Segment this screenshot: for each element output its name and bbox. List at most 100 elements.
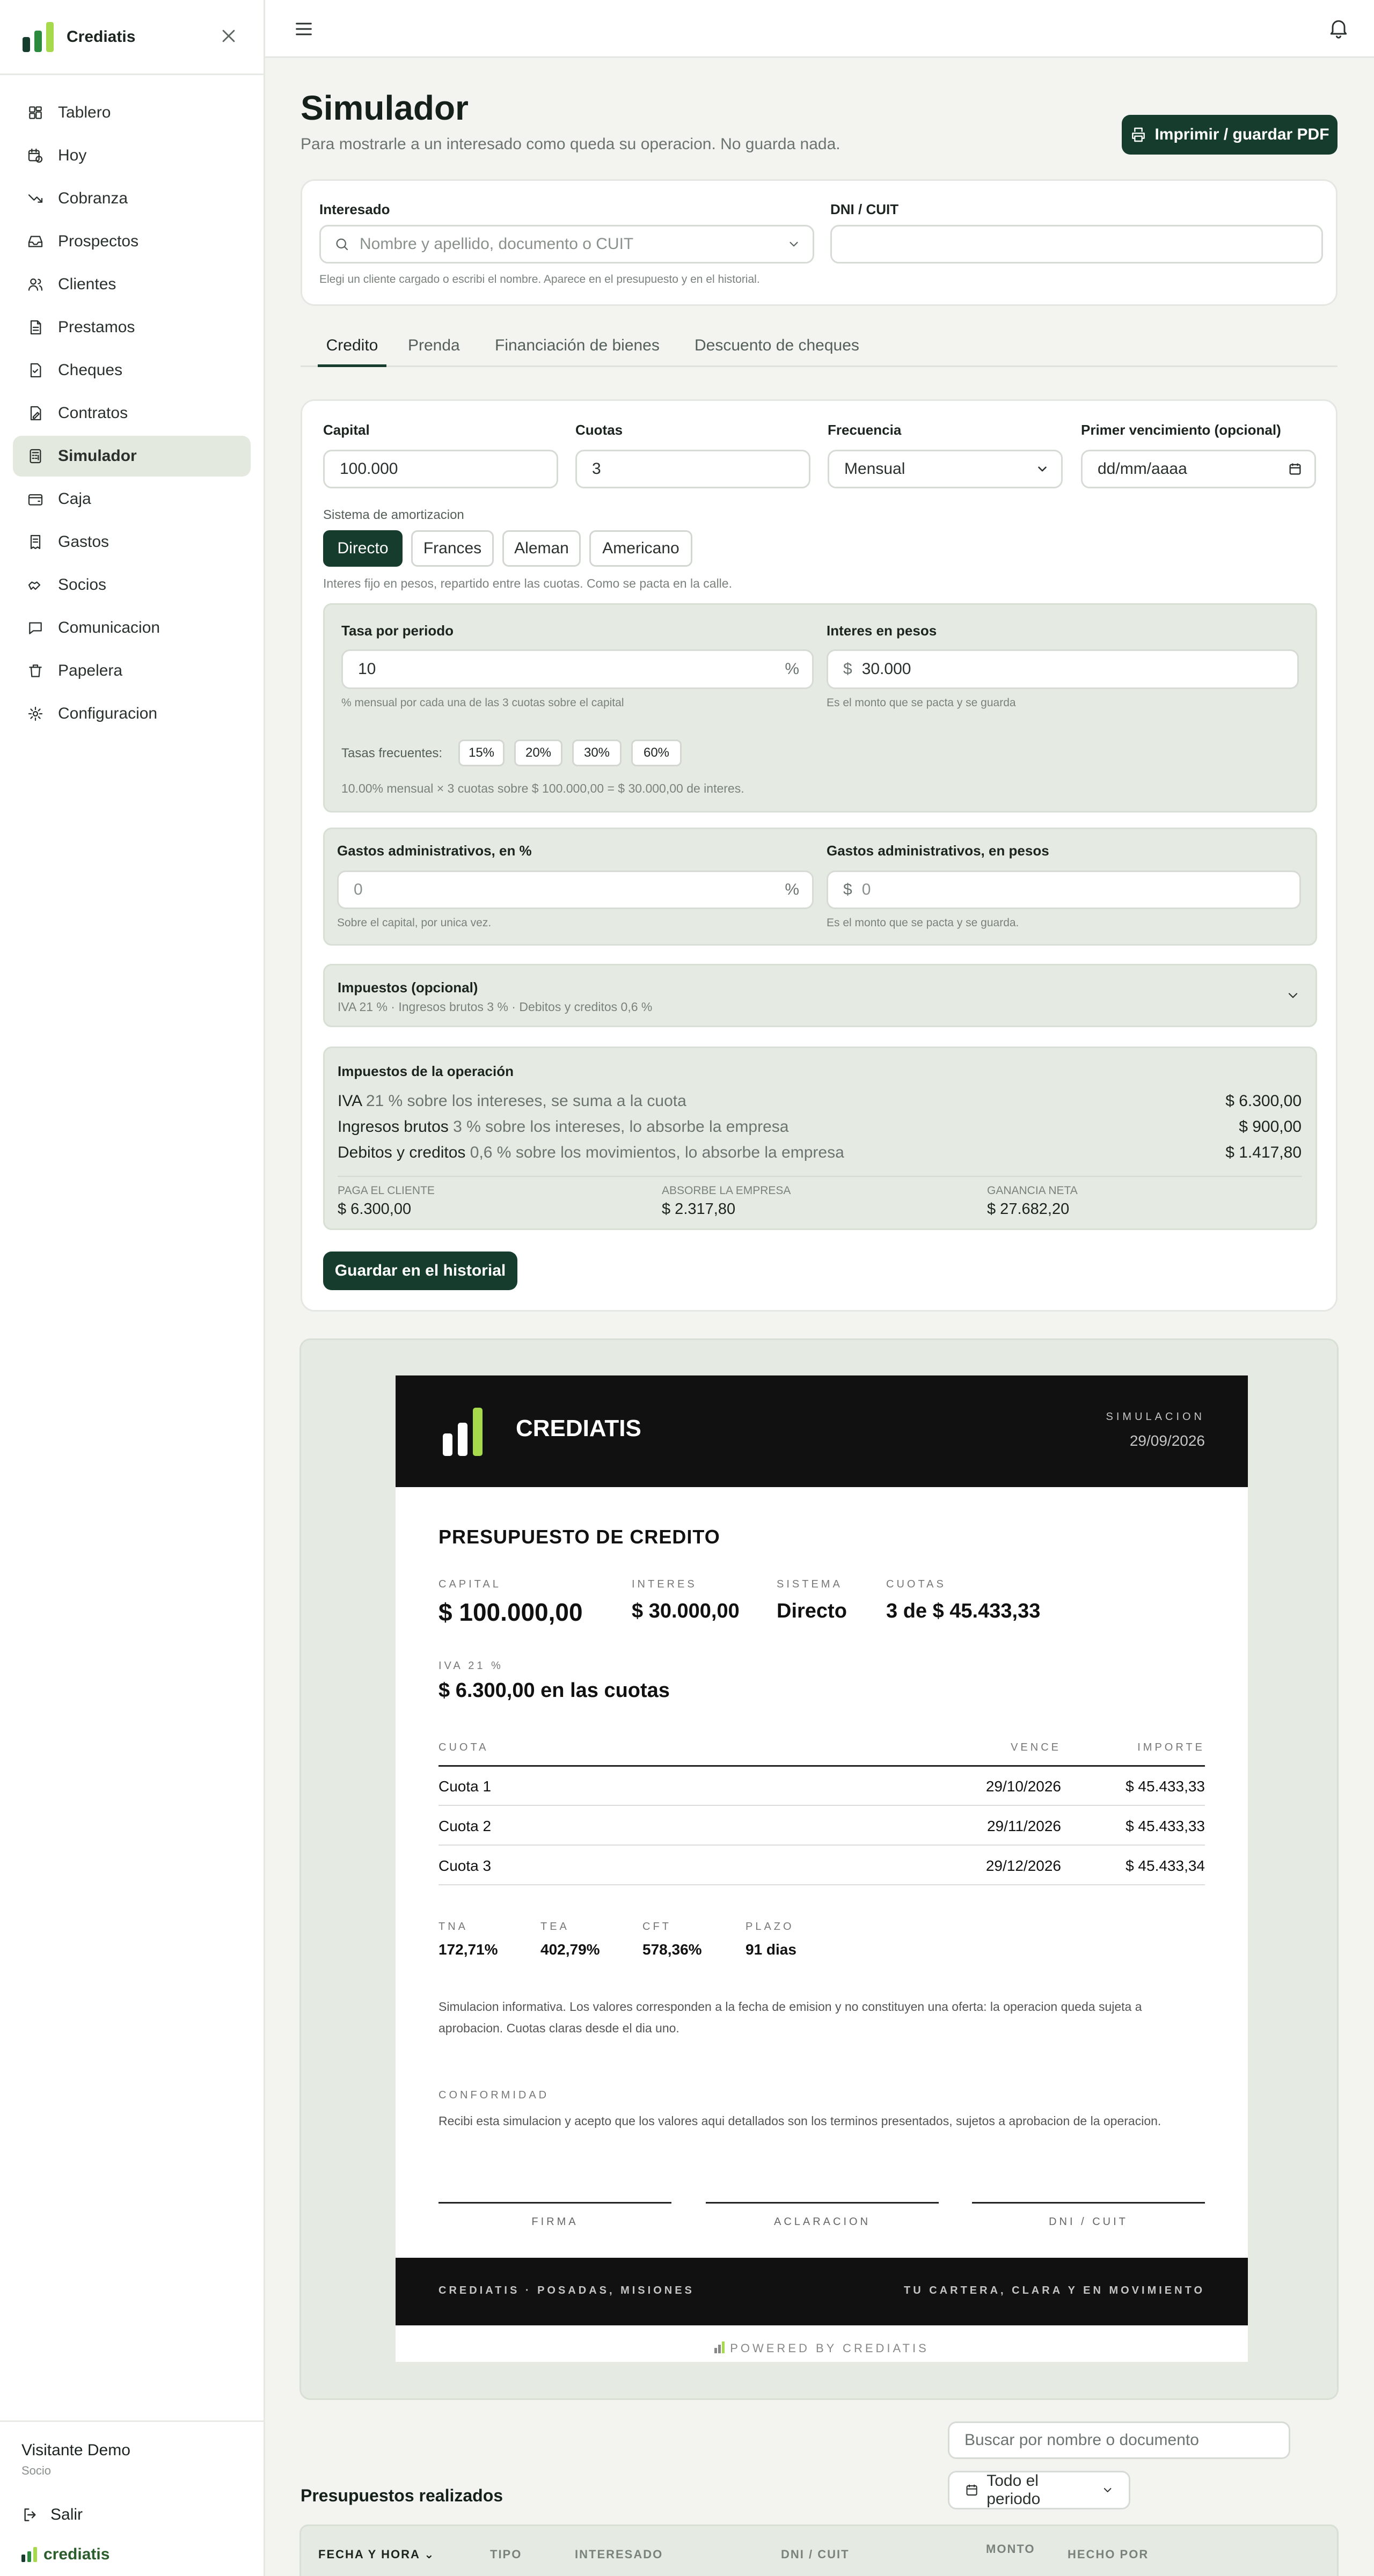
- column-tipo[interactable]: TIPO: [490, 2548, 522, 2562]
- sidebar-item-cheques[interactable]: Cheques: [13, 350, 251, 391]
- users-icon: [25, 274, 46, 295]
- column-monto[interactable]: MONTO: [986, 2542, 1035, 2556]
- interes-value: 30.000: [861, 660, 911, 678]
- operation-tabs: Credito Prenda Financiación de bienes De…: [301, 333, 1338, 367]
- save-history-button[interactable]: Guardar en el historial: [323, 1252, 517, 1290]
- sidebar-item-caja[interactable]: Caja: [13, 479, 251, 519]
- summary-label-ganancia: GANANCIA NETA: [987, 1184, 1078, 1197]
- summary-label-cliente: PAGA EL CLIENTE: [338, 1184, 435, 1197]
- tasa-chip-60[interactable]: 60%: [631, 740, 682, 766]
- sidebar-header: Crediatis: [0, 0, 264, 75]
- column-interesado[interactable]: INTERESADO: [575, 2548, 663, 2562]
- doc-brand: CREDIATIS: [516, 1415, 641, 1441]
- sidebar-item-cobranza[interactable]: Cobranza: [13, 178, 251, 219]
- sidebar-item-gastos[interactable]: Gastos: [13, 522, 251, 562]
- vencimiento-date-input[interactable]: dd/mm/aaaa: [1081, 450, 1316, 488]
- impuestos-toggle[interactable]: Impuestos (opcional) IVA 21 % · Ingresos…: [323, 964, 1317, 1027]
- tasa-chip-20[interactable]: 20%: [514, 740, 562, 766]
- sistema-aleman-button[interactable]: Aleman: [502, 530, 581, 567]
- tax-name: IVA: [338, 1092, 362, 1110]
- printer-icon: [1132, 127, 1145, 142]
- sidebar-item-socios[interactable]: Socios: [13, 565, 251, 605]
- logout-button[interactable]: Salir: [21, 2506, 244, 2524]
- rate-label-cft: CFT: [642, 1921, 671, 1933]
- doc-logo: [443, 1408, 483, 1456]
- search-icon: [336, 238, 348, 251]
- column-fecha[interactable]: FECHA Y HORA ⌄: [318, 2548, 435, 2562]
- sidebar-item-prestamos[interactable]: Prestamos: [13, 307, 251, 348]
- capital-label: Capital: [323, 422, 370, 438]
- menu-icon[interactable]: [293, 18, 315, 40]
- signature-label-aclaracion: ACLARACION: [773, 2216, 871, 2228]
- sidebar-item-simulador[interactable]: Simulador: [13, 436, 251, 477]
- signature-line: [972, 2202, 1205, 2204]
- column-dni[interactable]: DNI / CUIT: [781, 2548, 850, 2562]
- column-hecho-por[interactable]: HECHO POR: [1068, 2548, 1149, 2562]
- gastos-pesos-input[interactable]: $ 0: [827, 870, 1301, 909]
- history-search-input[interactable]: Buscar por nombre o documento: [948, 2421, 1290, 2459]
- gastos-pct-value: 0: [354, 881, 363, 898]
- contract-icon: [25, 402, 46, 424]
- sidebar-footer: Visitante Demo Socio Salir crediatis: [0, 2420, 265, 2576]
- interesado-placeholder: Nombre y apellido, documento o CUIT: [360, 235, 634, 253]
- table-row-cuota: Cuota 1: [438, 1778, 492, 1795]
- iva-value: $ 6.300,00 en las cuotas: [438, 1679, 670, 1702]
- sidebar-item-hoy[interactable]: Hoy: [13, 135, 251, 176]
- sidebar-item-configuracion[interactable]: Configuracion: [13, 693, 251, 734]
- tasa-chip-15[interactable]: 15%: [458, 740, 505, 766]
- sistema-americano-button[interactable]: Americano: [589, 530, 692, 567]
- print-pdf-button[interactable]: Imprimir / guardar PDF: [1122, 115, 1338, 155]
- interesado-input[interactable]: Nombre y apellido, documento o CUIT: [319, 225, 814, 264]
- sidebar-item-label: Cheques: [58, 361, 123, 379]
- rate-value-cft: 578,36%: [642, 1941, 702, 1958]
- tab-credito[interactable]: Credito: [318, 333, 386, 367]
- tasa-value: 10: [358, 660, 376, 678]
- summary-value-empresa: $ 2.317,80: [662, 1201, 736, 1218]
- doc-date: 29/09/2026: [1129, 1432, 1205, 1449]
- cuotas-value: 3: [592, 460, 601, 478]
- frecuencia-select[interactable]: Mensual: [828, 450, 1063, 488]
- sidebar-item-label: Socios: [58, 576, 107, 594]
- tab-financiacion[interactable]: Financiación de bienes: [495, 333, 660, 367]
- tax-value: $ 900,00: [1239, 1118, 1302, 1136]
- sidebar-item-label: Papelera: [58, 662, 123, 679]
- sidebar-item-label: Contratos: [58, 404, 128, 422]
- interes-label: Interes en pesos: [827, 623, 937, 639]
- sistema-directo-button[interactable]: Directo: [323, 530, 403, 567]
- sistema-frances-button[interactable]: Frances: [411, 530, 494, 567]
- sidebar-item-tablero[interactable]: Tablero: [13, 92, 251, 133]
- cuotas-input[interactable]: 3: [575, 450, 810, 488]
- interes-input[interactable]: $ 30.000: [827, 649, 1299, 689]
- capital-input[interactable]: 100.000: [323, 450, 558, 488]
- tasa-chip-30[interactable]: 30%: [572, 740, 622, 766]
- interes-prefix: $: [843, 660, 852, 678]
- trend-down-icon: [25, 188, 46, 209]
- sidebar-item-prospectos[interactable]: Prospectos: [13, 221, 251, 262]
- summary-value-ganancia: $ 27.682,20: [987, 1201, 1070, 1218]
- bar-chart-icon: [714, 2341, 725, 2357]
- doc-footer-left: CREDIATIS · POSADAS, MISIONES: [438, 2285, 695, 2296]
- close-icon[interactable]: [216, 24, 241, 48]
- vencimiento-label: Primer vencimiento (opcional): [1081, 422, 1281, 438]
- chevron-down-icon: [1288, 993, 1298, 998]
- table-row-cuota: Cuota 2: [438, 1818, 492, 1834]
- table-header-cuota: CUOTA: [438, 1741, 489, 1753]
- sidebar: Crediatis Tablero Hoy Cobranza Prospectos Cl…: [0, 0, 265, 2576]
- tab-descuento-cheques[interactable]: Descuento de cheques: [695, 333, 859, 367]
- dni-input[interactable]: [830, 225, 1323, 264]
- tasa-input[interactable]: 10 %: [341, 649, 814, 689]
- gastos-pct-input[interactable]: 0 %: [337, 870, 814, 909]
- doc-sim-label: SIMULACION: [1106, 1411, 1205, 1423]
- sidebar-item-clientes[interactable]: Clientes: [13, 264, 251, 305]
- doc-footer: CREDIATIS · POSADAS, MISIONES TU CARTERA…: [396, 2258, 1248, 2325]
- table-header-importe: IMPORTE: [1137, 1741, 1205, 1753]
- dashboard-icon: [25, 102, 46, 123]
- sidebar-item-contratos[interactable]: Contratos: [13, 393, 251, 434]
- topbar: [265, 0, 1374, 58]
- period-filter[interactable]: Todo el periodo: [948, 2471, 1130, 2509]
- bell-icon[interactable]: [1327, 16, 1350, 40]
- tab-prenda[interactable]: Prenda: [408, 333, 460, 367]
- sidebar-item-papelera[interactable]: Papelera: [13, 650, 251, 691]
- tax-row-iva: IVA 21 % sobre los intereses, se suma a …: [338, 1092, 1302, 1110]
- sidebar-item-comunicacion[interactable]: Comunicacion: [13, 608, 251, 648]
